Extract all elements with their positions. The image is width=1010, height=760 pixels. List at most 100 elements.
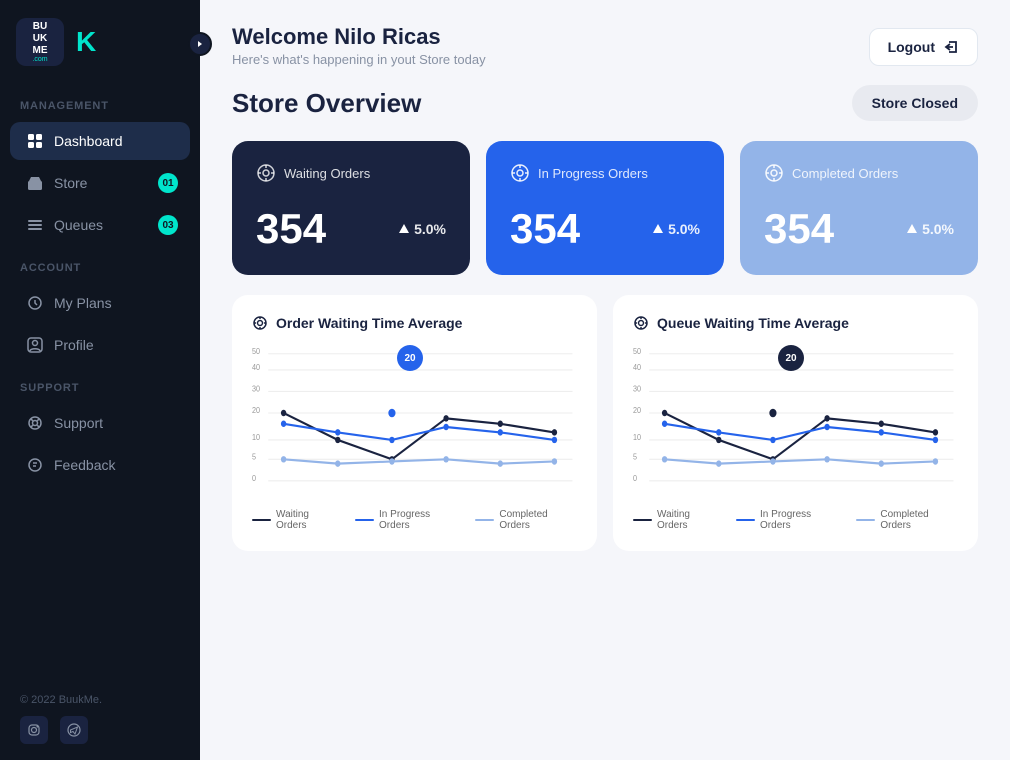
legend-completed-line	[475, 519, 494, 521]
chart-queue-waiting: Queue Waiting Time Average 20 0 5 10 20 …	[613, 295, 978, 551]
sidebar-item-feedback[interactable]: Feedback	[10, 446, 190, 484]
welcome-area: Welcome Nilo Ricas Here's what's happeni…	[232, 24, 486, 67]
svg-text:10: 10	[633, 432, 642, 442]
chart-queue-title: Queue Waiting Time Average	[633, 315, 958, 331]
cards-row: Waiting Orders 354 5.0%	[232, 141, 978, 275]
sidebar-item-profile[interactable]: Profile	[10, 326, 190, 364]
grid-icon	[26, 132, 44, 150]
chart-order-area: 20 0 5 10 20 30 40 50	[252, 343, 577, 503]
legend-queue-waiting-line	[633, 519, 652, 521]
section-management-label: Management	[0, 84, 200, 120]
sidebar-item-queues[interactable]: Queues 03	[10, 206, 190, 244]
sidebar-item-store[interactable]: Store 01	[10, 164, 190, 202]
card-waiting-label: Waiting Orders	[284, 166, 370, 181]
chart-queue-legend: Waiting Orders In Progress Orders Comple…	[633, 509, 958, 531]
card-waiting-trend: 5.0%	[398, 221, 446, 237]
inprogress-orders-icon	[510, 163, 530, 183]
store-badge: 01	[158, 173, 178, 193]
feedback-icon	[26, 456, 44, 474]
logo-k: K	[76, 28, 96, 56]
queues-icon	[26, 216, 44, 234]
welcome-subtitle: Here's what's happening in yout Store to…	[232, 52, 486, 67]
sidebar-bottom: © 2022 BuukMe.	[0, 678, 200, 760]
card-waiting-header: Waiting Orders	[256, 163, 446, 183]
card-inprogress-header: In Progress Orders	[510, 163, 700, 183]
card-completed-value: 354	[764, 205, 834, 253]
sidebar-item-label-store: Store	[54, 175, 87, 191]
logo-domain: .com	[32, 56, 47, 63]
legend-queue-completed-line	[856, 519, 875, 521]
charts-row: Order Waiting Time Average 20 0 5 10 20 …	[232, 295, 978, 551]
card-waiting-body: 354 5.0%	[256, 205, 446, 253]
welcome-title: Welcome Nilo Ricas	[232, 24, 486, 50]
content-area: Store Overview Store Closed	[200, 77, 1010, 760]
card-completed-body: 354 5.0%	[764, 205, 954, 253]
chart-order-waiting: Order Waiting Time Average 20 0 5 10 20 …	[232, 295, 597, 551]
sidebar-item-label-feedback: Feedback	[54, 457, 115, 473]
svg-text:0: 0	[633, 473, 638, 483]
telegram-icon[interactable]	[60, 716, 88, 744]
logo-letter-uk: UK	[33, 34, 47, 44]
card-inprogress-value: 354	[510, 205, 580, 253]
sidebar-item-dashboard[interactable]: Dashboard	[10, 122, 190, 160]
copyright-text: © 2022 BuukMe.	[20, 694, 180, 706]
sidebar-item-label-myplans: My Plans	[54, 295, 112, 311]
social-links	[20, 716, 180, 744]
section-header: Store Overview Store Closed	[232, 85, 978, 121]
legend-inprogress-line	[355, 519, 374, 521]
chart-order-legend: Waiting Orders In Progress Orders Comple…	[252, 509, 577, 531]
legend-inprogress: In Progress Orders	[355, 509, 459, 531]
svg-text:5: 5	[252, 452, 257, 462]
legend-waiting-line	[252, 519, 271, 521]
legend-completed: Completed Orders	[475, 509, 577, 531]
sidebar: BU UK ME .com K Management Dashboard	[0, 0, 200, 760]
logo-letter-me: ME	[33, 46, 48, 56]
chart-order-icon	[252, 315, 268, 331]
svg-text:5: 5	[633, 452, 638, 462]
card-inprogress-body: 354 5.0%	[510, 205, 700, 253]
svg-text:30: 30	[633, 384, 642, 394]
legend-queue-waiting: Waiting Orders	[633, 509, 720, 531]
profile-icon	[26, 336, 44, 354]
card-inprogress-trend: 5.0%	[652, 221, 700, 237]
completed-orders-icon	[764, 163, 784, 183]
logout-icon	[943, 39, 959, 55]
svg-text:30: 30	[252, 384, 261, 394]
sidebar-item-support[interactable]: Support	[10, 404, 190, 442]
queues-badge: 03	[158, 215, 178, 235]
chart-queue-area: 20 0 5 10 20 30 40 50	[633, 343, 958, 503]
card-inprogress-label: In Progress Orders	[538, 166, 648, 181]
svg-text:10: 10	[252, 432, 261, 442]
sidebar-item-myplans[interactable]: My Plans	[10, 284, 190, 322]
svg-text:20: 20	[633, 405, 642, 415]
legend-queue-completed: Completed Orders	[856, 509, 958, 531]
logo-area: BU UK ME .com K	[0, 0, 200, 84]
chart-queue-tooltip: 20	[778, 345, 804, 371]
card-waiting-value: 354	[256, 205, 326, 253]
chart-queue-icon	[633, 315, 649, 331]
card-completed-header: Completed Orders	[764, 163, 954, 183]
support-icon	[26, 414, 44, 432]
instagram-icon[interactable]	[20, 716, 48, 744]
legend-queue-inprogress: In Progress Orders	[736, 509, 840, 531]
card-inprogress-orders: In Progress Orders 354 5.0%	[486, 141, 724, 275]
svg-text:20: 20	[252, 405, 261, 415]
sidebar-item-label-support: Support	[54, 415, 103, 431]
logout-label: Logout	[888, 39, 935, 55]
svg-text:50: 50	[252, 346, 261, 356]
legend-queue-inprogress-line	[736, 519, 755, 521]
logout-button[interactable]: Logout	[869, 28, 978, 66]
card-waiting-orders: Waiting Orders 354 5.0%	[232, 141, 470, 275]
section-support-label: Support	[0, 366, 200, 402]
svg-text:40: 40	[252, 362, 261, 372]
logo-letter-bu: BU	[33, 22, 47, 32]
svg-text:0: 0	[252, 473, 257, 483]
card-completed-trend: 5.0%	[906, 221, 954, 237]
waiting-orders-icon	[256, 163, 276, 183]
sidebar-toggle-button[interactable]	[188, 32, 212, 56]
main-content: Welcome Nilo Ricas Here's what's happeni…	[200, 0, 1010, 760]
topbar: Welcome Nilo Ricas Here's what's happeni…	[200, 0, 1010, 77]
svg-text:40: 40	[633, 362, 642, 372]
store-status-button[interactable]: Store Closed	[852, 85, 978, 121]
store-icon	[26, 174, 44, 192]
